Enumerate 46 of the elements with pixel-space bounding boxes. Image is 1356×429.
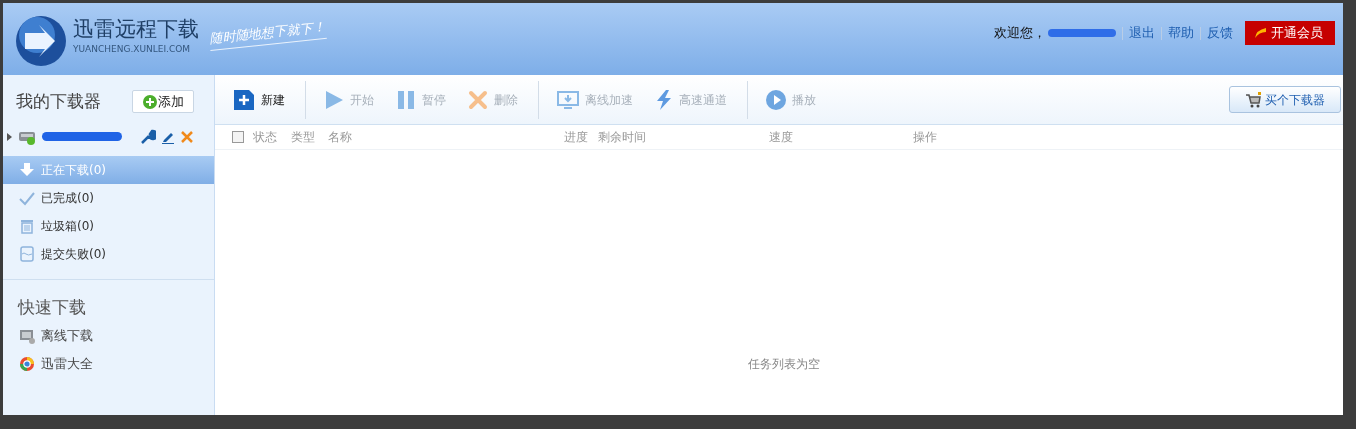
monitor-icon [19, 328, 35, 344]
new-task-icon [233, 88, 255, 111]
slogan: 随时随地想下就下！ [208, 16, 327, 51]
sidebar-item[interactable]: 正在下载(0) [3, 155, 214, 184]
swoosh-icon [1253, 26, 1267, 40]
empty-list-message: 任务列表为空 [748, 356, 820, 373]
section-heading: 快速下载 [16, 295, 87, 319]
logo-icon [15, 15, 67, 67]
pause-icon [396, 89, 416, 110]
lightning-icon [655, 89, 673, 110]
play-icon [324, 89, 344, 110]
document-icon [19, 245, 35, 262]
monitor-download-icon [557, 89, 579, 110]
column-header: 名称 [328, 129, 353, 146]
buy-downloader-button[interactable]: 买个下载器 [1229, 86, 1341, 113]
column-header: 剩余时间 [598, 129, 647, 146]
quick-link[interactable]: 迅雷大全 [3, 350, 214, 378]
cart-icon [1245, 91, 1261, 108]
column-header: 类型 [291, 129, 316, 146]
sidebar-heading: 我的下载器 [16, 90, 101, 113]
header-link[interactable]: 退出 [1129, 23, 1155, 43]
trash-icon [19, 217, 35, 234]
redacted-username [1048, 29, 1116, 37]
add-button[interactable]: 添加 [132, 90, 194, 114]
column-header: 操作 [913, 129, 938, 146]
sidebar-item[interactable]: 已完成(0) [3, 183, 214, 212]
app-title: 迅雷远程下载 [73, 17, 199, 41]
column-header: 进度 [564, 129, 589, 146]
column-header: 速度 [769, 129, 794, 146]
select-all-checkbox[interactable] [232, 131, 244, 143]
app-domain: YUANCHENG.XUNLEI.COM [73, 43, 192, 56]
column-header: 状态 [253, 129, 278, 146]
header-link[interactable]: 反馈 [1207, 23, 1233, 43]
delete-x-icon [468, 89, 488, 110]
download-arrow-icon [19, 161, 35, 178]
header-link[interactable]: 帮助 [1168, 23, 1194, 43]
quick-link[interactable]: 离线下载 [3, 322, 214, 350]
sidebar-item[interactable]: 垃圾箱(0) [3, 211, 214, 240]
expand-arrow-icon[interactable] [6, 132, 12, 141]
sidebar-item[interactable]: 提交失败(0) [3, 239, 214, 268]
toolbar-button[interactable]: 新建 [233, 81, 307, 118]
welcome-text: 欢迎您， [994, 24, 1046, 43]
play-circle-icon [766, 89, 786, 110]
plus-circle-icon [142, 94, 157, 109]
globe-icon [19, 356, 35, 372]
vip-button[interactable]: 开通会员 [1245, 21, 1335, 45]
